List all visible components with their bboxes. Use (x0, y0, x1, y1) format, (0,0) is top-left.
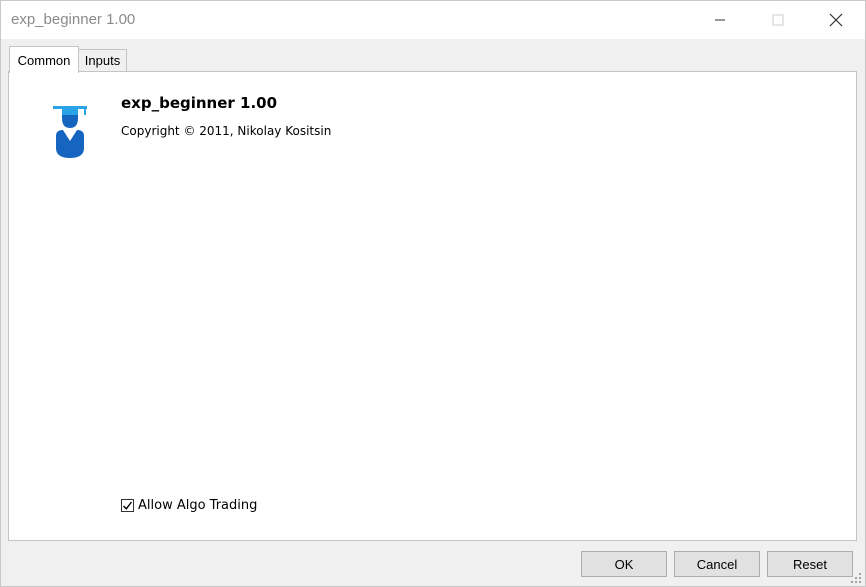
checkbox-box[interactable] (121, 499, 134, 512)
allow-algo-trading-label: Allow Algo Trading (138, 498, 258, 513)
common-tab-panel: exp_beginner 1.00 Copyright © 2011, Niko… (8, 71, 857, 541)
window-title: exp_beginner 1.00 (11, 11, 136, 28)
ok-button[interactable]: OK (581, 551, 667, 577)
cancel-button[interactable]: Cancel (674, 551, 760, 577)
graduate-icon (53, 106, 87, 158)
expert-copyright: Copyright © 2011, Nikolay Kositsin (121, 124, 332, 138)
expert-name: exp_beginner 1.00 (121, 94, 278, 112)
close-icon (829, 13, 843, 27)
resize-grip-icon[interactable] (850, 572, 862, 584)
title-bar[interactable]: exp_beginner 1.00 (1, 1, 865, 39)
tab-inputs[interactable]: Inputs (78, 49, 127, 72)
close-button[interactable] (807, 1, 865, 39)
maximize-icon (772, 14, 784, 26)
minimize-button[interactable] (691, 1, 749, 39)
reset-button[interactable]: Reset (767, 551, 853, 577)
checkmark-icon (123, 501, 133, 510)
tab-inputs-label: Inputs (84, 53, 121, 68)
maximize-button (749, 1, 807, 39)
tab-common-label: Common (17, 52, 71, 68)
allow-algo-trading-checkbox[interactable]: Allow Algo Trading (121, 498, 257, 513)
tab-common[interactable]: Common (9, 46, 79, 73)
minimize-icon (715, 19, 725, 21)
